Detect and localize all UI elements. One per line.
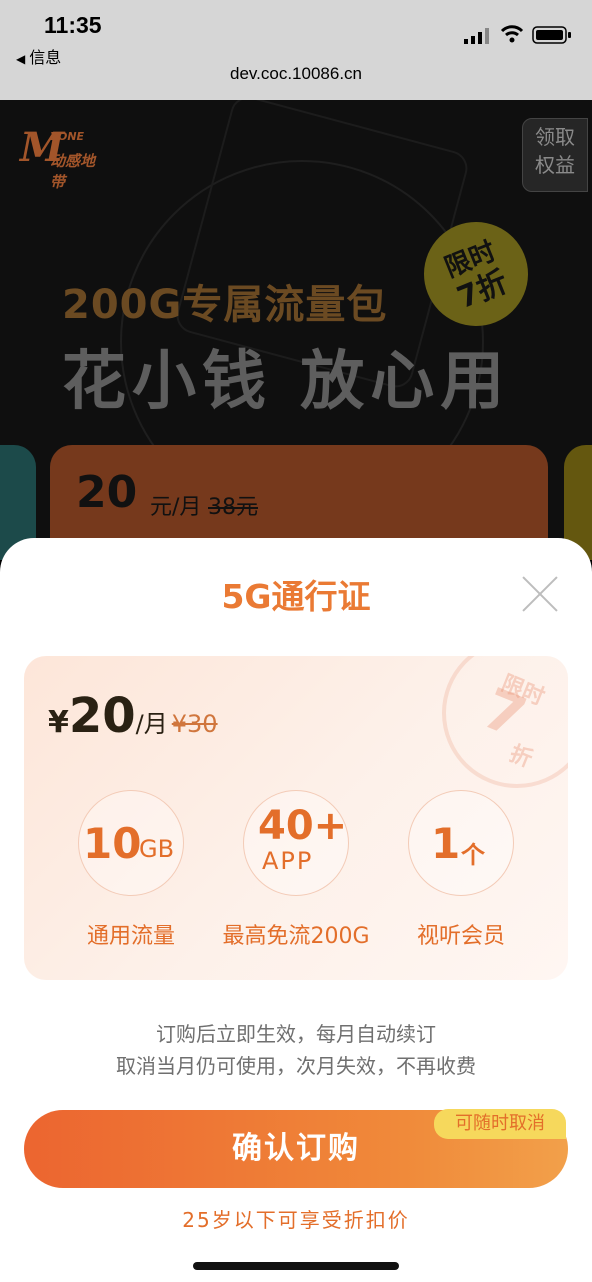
home-indicator[interactable]	[193, 1262, 399, 1270]
package-title: 200G专属流量包	[62, 282, 388, 328]
terms-note: 取消当月仍可使用，次月失效，不再收费	[116, 1054, 476, 1078]
feature-circle: 40+ APP	[243, 790, 349, 896]
signal-icon	[464, 28, 489, 44]
feature-circle: 1 个	[408, 790, 514, 896]
feature-membership: 1 个 视听会员	[386, 790, 536, 950]
original-price: ¥30	[171, 710, 218, 738]
feature-circle: 10 GB	[78, 790, 184, 896]
close-icon[interactable]	[522, 576, 558, 612]
youth-discount-link[interactable]: 25岁以下可享受折扣价	[0, 1204, 592, 1233]
discount-stamp: 限时 7 折	[419, 656, 568, 811]
card-unit: 元/月	[150, 495, 202, 520]
claim-benefits-button[interactable]: 领取 权益	[522, 118, 588, 192]
feature-label: 通用流量	[86, 924, 175, 949]
battery-icon	[532, 26, 571, 44]
status-bar: 11:35 ◀ 信息 dev.coc.10086.cn	[0, 0, 592, 100]
feature-data: 10 GB 通用流量	[56, 790, 206, 950]
status-time: 11:35	[44, 12, 102, 38]
mzone-logo: M ZONE 动感地带	[20, 124, 96, 191]
sheet-title: 5G通行证	[221, 577, 371, 616]
wifi-icon	[500, 25, 524, 43]
promo-background: M ZONE 动感地带 领取 权益 限时 7折 200G专属流量包 花小钱 放心…	[0, 100, 592, 560]
card-price: 20	[76, 467, 138, 518]
cancel-anytime-badge: 可随时取消	[434, 1109, 566, 1139]
terms-note: 订购后立即生效，每月自动续订	[156, 1022, 436, 1046]
plan-price: ¥20/月 ¥30	[48, 688, 218, 744]
promo-slogan: 花小钱 放心用	[62, 345, 511, 419]
feature-free-apps: 40+ APP 最高免流200G	[221, 790, 371, 950]
feature-label: 视听会员	[416, 924, 505, 949]
feature-label: 最高免流200G	[222, 924, 370, 949]
address-bar-url[interactable]: dev.coc.10086.cn	[0, 64, 592, 84]
plan-panel: 限时 7 折 ¥20/月 ¥30 10 GB 通用流量 40+ APP 最高免流2…	[24, 656, 568, 980]
purchase-sheet: 5G通行证 限时 7 折 ¥20/月 ¥30 10 GB 通用流量 40+ APP…	[0, 538, 592, 1282]
card-original-price: 38元	[208, 495, 258, 520]
